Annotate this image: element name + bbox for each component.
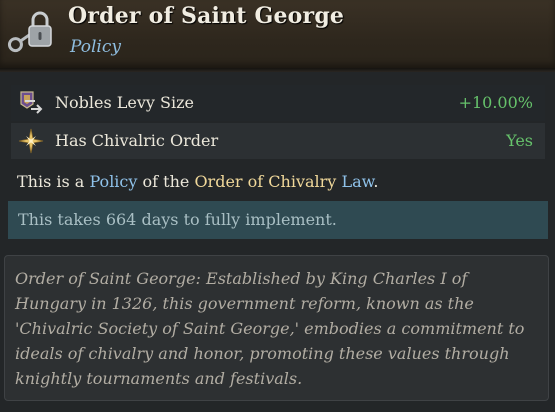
policy-law-sentence: This is a Policy of the Order of Chivalr…	[17, 172, 379, 191]
description-line: 'Chivalric Society of Saint George,' emb…	[15, 319, 525, 338]
modifier-row-chivalric: Has Chivalric Order Yes	[11, 123, 545, 159]
implementation-bar: This takes 664 days to fully implement.	[8, 201, 548, 239]
law-link[interactable]: Law	[341, 172, 373, 191]
header-divider	[0, 68, 555, 72]
policy-title: Order of Saint George	[68, 3, 345, 29]
sentence-text: .	[373, 172, 379, 191]
levy-banner-icon	[17, 89, 45, 117]
description-text: Order of Saint George: Established by Ki…	[15, 266, 540, 391]
description-box: Order of Saint George: Established by Ki…	[4, 255, 549, 401]
policy-type-label[interactable]: Policy	[70, 37, 121, 57]
modifier-value: +10.00%	[458, 93, 533, 112]
sentence-text: of the	[137, 172, 195, 191]
policy-tooltip: Order of Saint George Policy Nobles Levy…	[0, 0, 555, 412]
description-line: ideals of chivalry and honor, promoting …	[15, 344, 510, 363]
description-line: Order of Saint George: Established by Ki…	[15, 269, 468, 288]
star-burst-icon	[17, 127, 45, 155]
description-line: knightly tournaments and festivals.	[15, 369, 303, 388]
tooltip-header: Order of Saint George Policy	[0, 0, 555, 70]
description-line: Hungary in 1326, this government reform,…	[15, 294, 474, 313]
modifier-row-levy: Nobles Levy Size +10.00%	[11, 85, 545, 121]
law-name-link[interactable]: Order of Chivalry	[194, 172, 336, 191]
modifier-label: Has Chivalric Order	[55, 131, 219, 150]
modifier-label: Nobles Levy Size	[55, 93, 194, 112]
lock-key-icon	[4, 6, 56, 58]
policy-link[interactable]: Policy	[89, 172, 137, 191]
modifier-value: Yes	[506, 131, 533, 150]
implementation-text: This takes 664 days to fully implement.	[18, 210, 337, 229]
sentence-text: This is a	[17, 172, 90, 191]
